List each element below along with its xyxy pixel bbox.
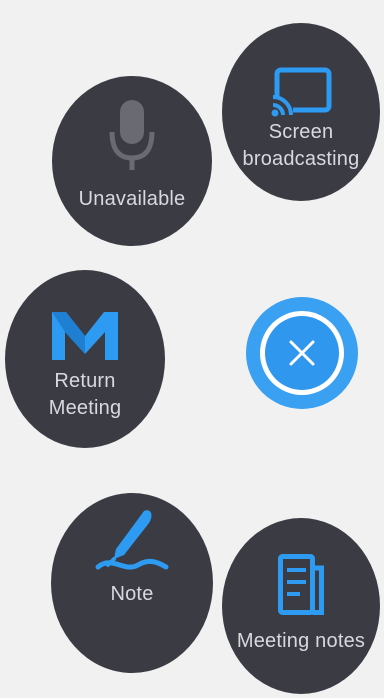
meeting-notes-label: Meeting notes [236, 630, 366, 652]
close-button[interactable] [246, 297, 358, 409]
microphone-label: Unavailable [78, 188, 186, 210]
cast-screen-icon [269, 67, 333, 124]
meeting-notes-button[interactable]: Meeting notes [222, 518, 380, 694]
note-button[interactable]: Note [51, 493, 213, 673]
note-label: Note [110, 583, 154, 605]
screen-broadcasting-label: Screen broadcasting [242, 121, 360, 170]
m-logo-icon [50, 310, 120, 367]
return-meeting-button[interactable]: Return Meeting [5, 270, 165, 448]
pen-icon [94, 509, 170, 580]
return-meeting-label: Return Meeting [48, 370, 122, 419]
close-ring [260, 311, 344, 395]
floating-menu: Screen broadcasting Unavailable Return M… [0, 0, 384, 698]
microphone-button[interactable]: Unavailable [52, 76, 212, 246]
microphone-icon [106, 96, 158, 181]
screen-broadcasting-button[interactable]: Screen broadcasting [222, 23, 380, 201]
document-icon [278, 554, 324, 621]
close-inner [265, 316, 339, 390]
